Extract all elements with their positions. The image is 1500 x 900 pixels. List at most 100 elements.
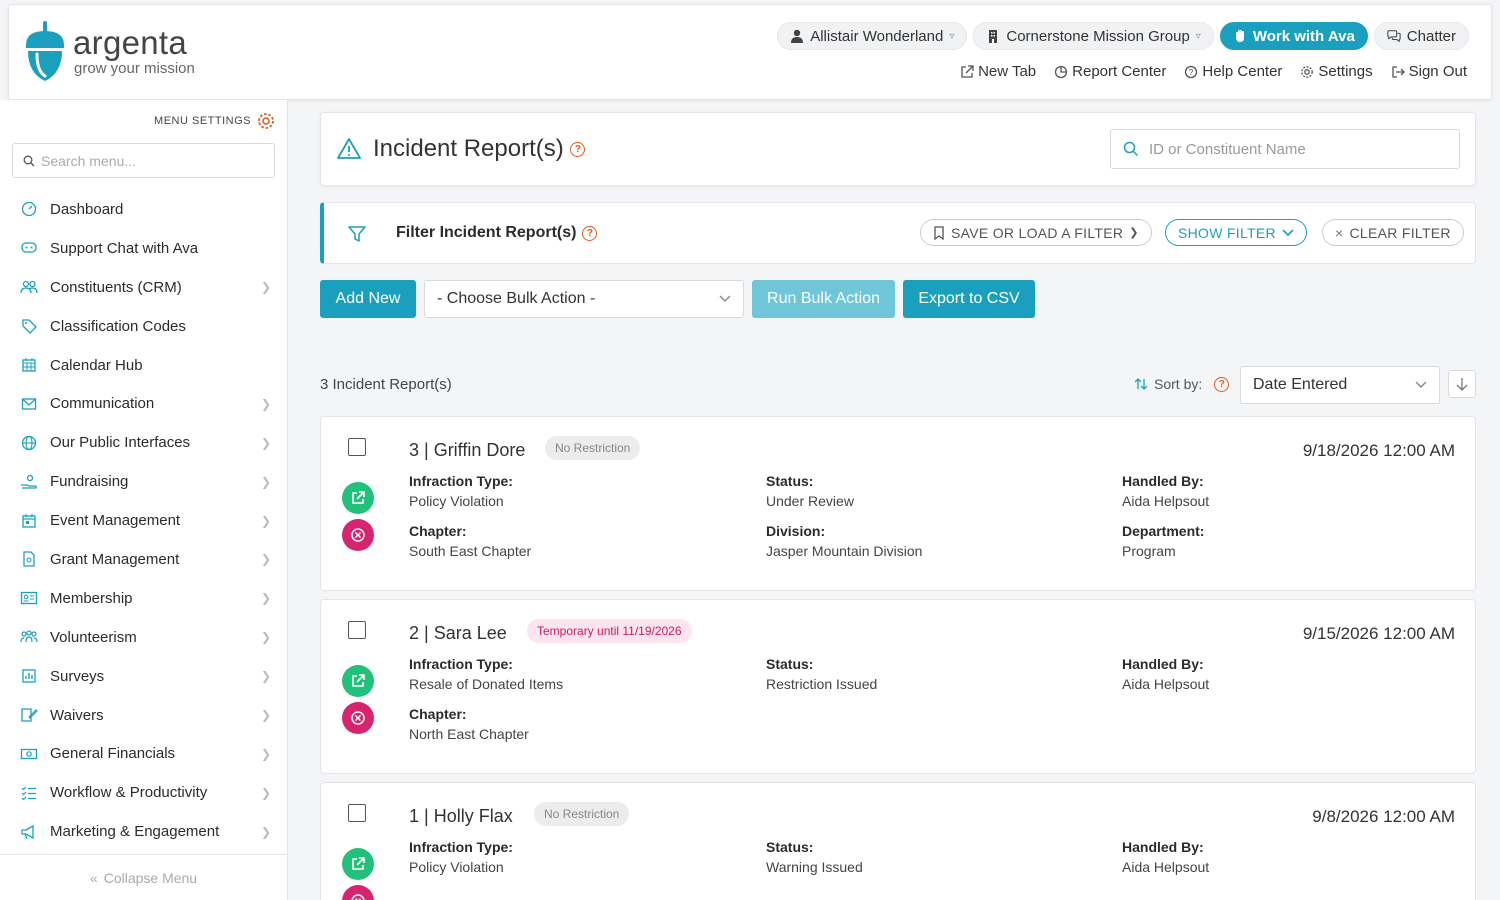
field-label: Department:: [1122, 523, 1205, 539]
sidebar-item-support-chat-with-ava[interactable]: Support Chat with Ava: [0, 229, 287, 268]
event-icon: [20, 512, 38, 530]
checklist-icon: [20, 784, 38, 802]
chevron-right-icon: ❯: [260, 669, 271, 684]
sidebar-item-dashboard[interactable]: Dashboard: [0, 190, 287, 229]
sidebar-item-our-public-interfaces[interactable]: Our Public Interfaces ❯: [0, 423, 287, 462]
org-name: Cornerstone Mission Group: [1006, 27, 1190, 45]
delete-record-button[interactable]: [342, 702, 374, 734]
warning-triangle-icon: [337, 138, 361, 159]
result-count: 3 Incident Report(s): [320, 376, 452, 393]
sidebar-item-workflow-productivity[interactable]: Workflow & Productivity ❯: [0, 773, 287, 812]
sidebar-item-label: Constituents (CRM): [50, 278, 182, 296]
sort-by-select[interactable]: Date Entered: [1240, 366, 1440, 404]
chevron-right-icon: ❯: [260, 746, 271, 761]
acorn-logo-icon: [26, 21, 64, 81]
work-with-ava-button[interactable]: Work with Ava: [1219, 22, 1368, 50]
sidebar-item-label: Grant Management: [50, 550, 180, 568]
chevron-right-icon: ❯: [260, 552, 271, 567]
field-label: Infraction Type:: [409, 656, 513, 672]
clear-filter-button[interactable]: × CLEAR FILTER: [1322, 219, 1464, 246]
sidebar-item-label: Volunteerism: [50, 628, 137, 646]
field-value: Program: [1122, 543, 1176, 559]
report-field: Handled By: Aida Helpsout: [1122, 656, 1209, 692]
org-menu[interactable]: Cornerstone Mission Group ▿: [973, 22, 1214, 50]
show-filter-button[interactable]: SHOW FILTER: [1165, 219, 1307, 246]
brand-logo[interactable]: argenta grow your mission: [23, 21, 195, 83]
field-label: Handled By:: [1122, 839, 1204, 855]
open-record-button[interactable]: [342, 848, 374, 880]
sidebar-item-constituents-crm[interactable]: Constituents (CRM) ❯: [0, 268, 287, 307]
delete-record-button[interactable]: [342, 519, 374, 551]
open-record-button[interactable]: [342, 482, 374, 514]
select-checkbox[interactable]: [348, 621, 366, 639]
open-record-button[interactable]: [342, 665, 374, 697]
select-checkbox[interactable]: [348, 438, 366, 456]
double-chevron-left-icon: «: [89, 869, 98, 886]
gear-icon: [258, 113, 274, 129]
new-tab-link[interactable]: New Tab: [960, 63, 1036, 80]
chevron-right-icon: ❯: [260, 591, 271, 606]
sidebar-item-classification-codes[interactable]: Classification Codes: [0, 307, 287, 346]
bulk-action-select[interactable]: - Choose Bulk Action -: [424, 280, 744, 318]
chat-bubbles-icon: [1387, 30, 1401, 43]
add-new-button[interactable]: Add New: [320, 280, 416, 318]
brand-tagline: grow your mission: [74, 60, 195, 77]
report-title[interactable]: 2 | Sara Lee: [409, 623, 507, 644]
sidebar-item-general-financials[interactable]: General Financials ❯: [0, 734, 287, 773]
sidebar-item-surveys[interactable]: Surveys ❯: [0, 657, 287, 696]
id-search-box[interactable]: [1110, 129, 1460, 169]
sidebar-item-label: General Financials: [50, 745, 176, 763]
report-date: 9/18/2026 12:00 AM: [1302, 441, 1455, 460]
report-center-link[interactable]: Report Center: [1054, 63, 1166, 80]
user-menu[interactable]: Allistair Wonderland ▿: [777, 22, 968, 50]
delete-record-button[interactable]: [342, 885, 374, 900]
report-title[interactable]: 1 | Holly Flax: [409, 806, 513, 827]
select-checkbox[interactable]: [348, 804, 366, 822]
chevron-right-icon: ❯: [260, 435, 271, 450]
help-icon[interactable]: ?: [582, 225, 598, 241]
field-label: Status:: [766, 839, 814, 855]
sidebar-item-volunteerism[interactable]: Volunteerism ❯: [0, 618, 287, 657]
gauge-icon: [20, 200, 38, 218]
sidebar-item-grant-management[interactable]: Grant Management ❯: [0, 540, 287, 579]
report-field: Infraction Type: Resale of Donated Items: [409, 656, 563, 692]
bookmark-icon: [934, 225, 944, 240]
report-title[interactable]: 3 | Griffin Dore: [409, 440, 525, 461]
sidebar-item-fundraising[interactable]: Fundraising ❯: [0, 462, 287, 501]
sidebar-item-label: Workflow & Productivity: [50, 784, 208, 802]
chatter-button[interactable]: Chatter: [1373, 22, 1469, 50]
id-card-icon: [20, 589, 38, 607]
sidebar-item-event-management[interactable]: Event Management ❯: [0, 501, 287, 540]
report-field: Chapter: North East Chapter: [409, 706, 529, 742]
id-search-input[interactable]: [1149, 140, 1439, 158]
help-icon[interactable]: ?: [570, 142, 586, 158]
field-label: Handled By:: [1122, 656, 1204, 672]
chevron-down-icon: [1415, 381, 1427, 388]
field-label: Chapter:: [409, 706, 467, 722]
run-bulk-action-button[interactable]: Run Bulk Action: [752, 280, 895, 318]
field-label: Status:: [766, 656, 814, 672]
sort-direction-button[interactable]: [1448, 370, 1476, 398]
user-name: Allistair Wonderland: [810, 27, 944, 45]
sidebar-nav: Dashboard Support Chat with Ava Constituen…: [0, 190, 287, 851]
export-csv-button[interactable]: Export to CSV: [903, 280, 1035, 318]
sidebar-item-waivers[interactable]: Waivers ❯: [0, 696, 287, 735]
settings-link[interactable]: Settings: [1300, 63, 1373, 80]
sidebar-item-communication[interactable]: Communication ❯: [0, 384, 287, 423]
restriction-badge: No Restriction: [545, 436, 641, 460]
sign-out-link[interactable]: Sign Out: [1391, 63, 1467, 80]
save-load-filter-button[interactable]: SAVE OR LOAD A FILTER ❯: [920, 219, 1152, 246]
sidebar-item-marketing-engagement[interactable]: Marketing & Engagement ❯: [0, 812, 287, 851]
sidebar-item-label: Marketing & Engagement: [50, 823, 220, 841]
search-menu-input[interactable]: Search menu...: [12, 143, 275, 178]
collapse-menu-button[interactable]: « Collapse Menu: [0, 854, 287, 900]
report-field: Division: Jasper Mountain Division: [766, 523, 922, 559]
menu-settings-button[interactable]: MENU SETTINGS: [154, 112, 275, 130]
calendar-icon: [20, 356, 38, 374]
sidebar-item-calendar-hub[interactable]: Calendar Hub: [0, 346, 287, 385]
help-icon[interactable]: ?: [1214, 376, 1230, 392]
field-label: Infraction Type:: [409, 473, 513, 489]
sidebar-item-membership[interactable]: Membership ❯: [0, 579, 287, 618]
megaphone-icon: [20, 823, 38, 841]
help-center-link[interactable]: ? Help Center: [1184, 63, 1282, 80]
